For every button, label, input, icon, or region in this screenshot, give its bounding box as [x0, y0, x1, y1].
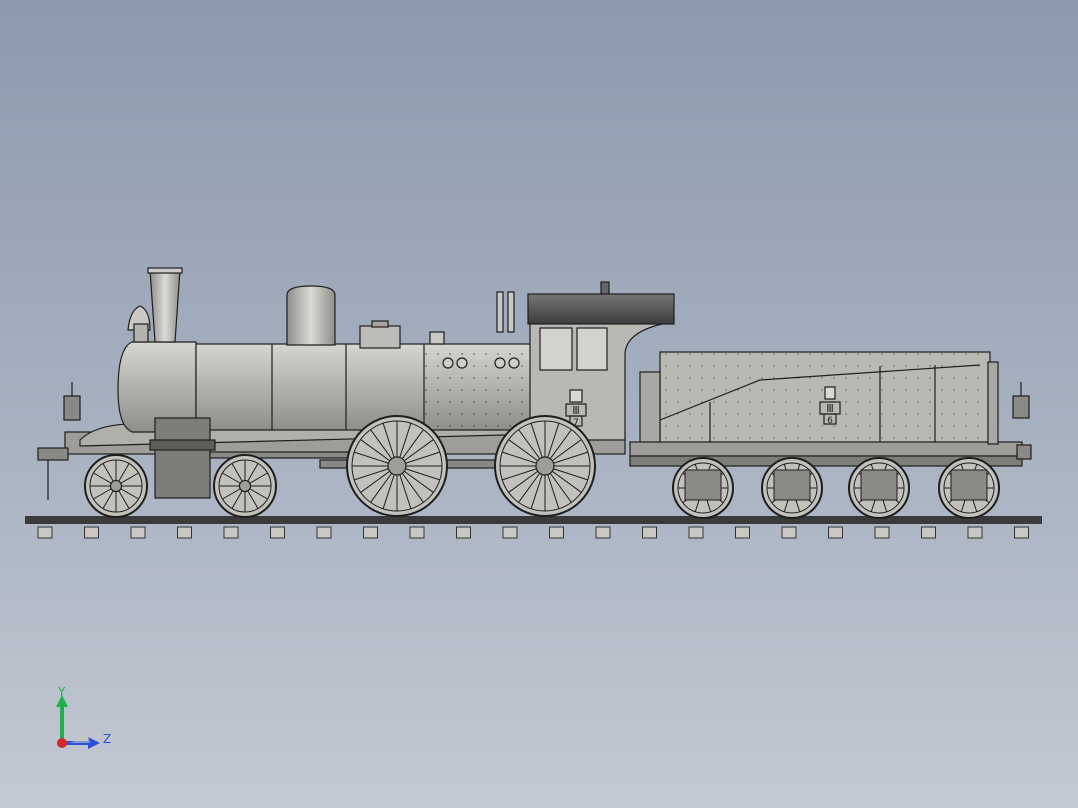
axle-box [773, 469, 811, 501]
tender-front [639, 371, 661, 445]
wheel [84, 454, 148, 518]
whistle-pipe [496, 291, 504, 333]
z-axis-label: Z [103, 732, 112, 746]
sleeper [363, 526, 378, 539]
wheel [213, 454, 277, 518]
sleeper [456, 526, 471, 539]
loco-letter-plate: Ⅲ [572, 404, 580, 417]
cab-roof [527, 293, 675, 325]
sleeper [781, 526, 797, 539]
sleeper [874, 526, 890, 539]
sleeper [735, 526, 750, 539]
whistle-pipe [507, 291, 515, 333]
sleeper [1014, 526, 1029, 539]
sleeper [177, 526, 192, 539]
sleeper [921, 526, 936, 539]
chimney [149, 269, 181, 343]
tender[interactable]: Ⅲ 6 [629, 351, 1032, 519]
axle-box [860, 469, 898, 501]
sand-box-lid [371, 320, 389, 328]
sleeper [688, 526, 704, 539]
sleeper [642, 526, 657, 539]
x-axis-dot [57, 738, 67, 748]
cylinder [154, 417, 211, 499]
sleeper [967, 526, 983, 539]
locomotive[interactable]: Ⅲ 7 [37, 267, 675, 518]
tender-rear-ladder [987, 361, 999, 445]
wheel [494, 415, 596, 517]
sleeper [37, 526, 53, 539]
front-fitting [133, 323, 149, 343]
rail [25, 516, 1042, 524]
sleeper [270, 526, 285, 539]
track [25, 516, 1042, 539]
sleeper [409, 526, 425, 539]
sleeper [223, 526, 239, 539]
tender-wheelset [672, 457, 1000, 519]
cylinder-band [149, 439, 216, 451]
steam-dome [286, 285, 336, 346]
sleepers [37, 526, 1029, 539]
safety-valve [429, 331, 445, 345]
tender-rear-lamp [1012, 395, 1030, 419]
front-lamp [63, 395, 81, 421]
sleeper [828, 526, 843, 539]
axle-box [684, 469, 722, 501]
sleeper [84, 526, 99, 539]
firebox-rivets [424, 344, 536, 430]
sand-box [359, 325, 401, 349]
chimney-cap [147, 267, 183, 274]
triad-plane [68, 725, 90, 743]
sleeper [502, 526, 518, 539]
tender-frame [629, 441, 1023, 457]
cab-window-right [576, 327, 608, 371]
wheel [346, 415, 448, 517]
roof-vent [600, 281, 610, 295]
front-buffer [37, 447, 69, 461]
axis-triad[interactable]: Y Z [50, 685, 120, 755]
sleeper [130, 526, 146, 539]
cab-window-left [539, 327, 573, 371]
loco-plate-upper [569, 389, 583, 403]
sleeper [595, 526, 611, 539]
sleeper [549, 526, 564, 539]
tender-letter-plate: Ⅲ [826, 402, 834, 415]
axle-box [950, 469, 988, 501]
sleeper [316, 526, 332, 539]
tender-plate-upper [824, 386, 836, 400]
tender-number-plate: 6 [827, 416, 833, 426]
cad-viewport[interactable]: Ⅲ 6 Ⅲ 7 Y Z [0, 0, 1078, 808]
y-axis-label: Y [58, 685, 66, 699]
tender-buffer [1016, 444, 1032, 460]
locomotive-model[interactable]: Ⅲ 6 Ⅲ 7 [0, 0, 1078, 808]
